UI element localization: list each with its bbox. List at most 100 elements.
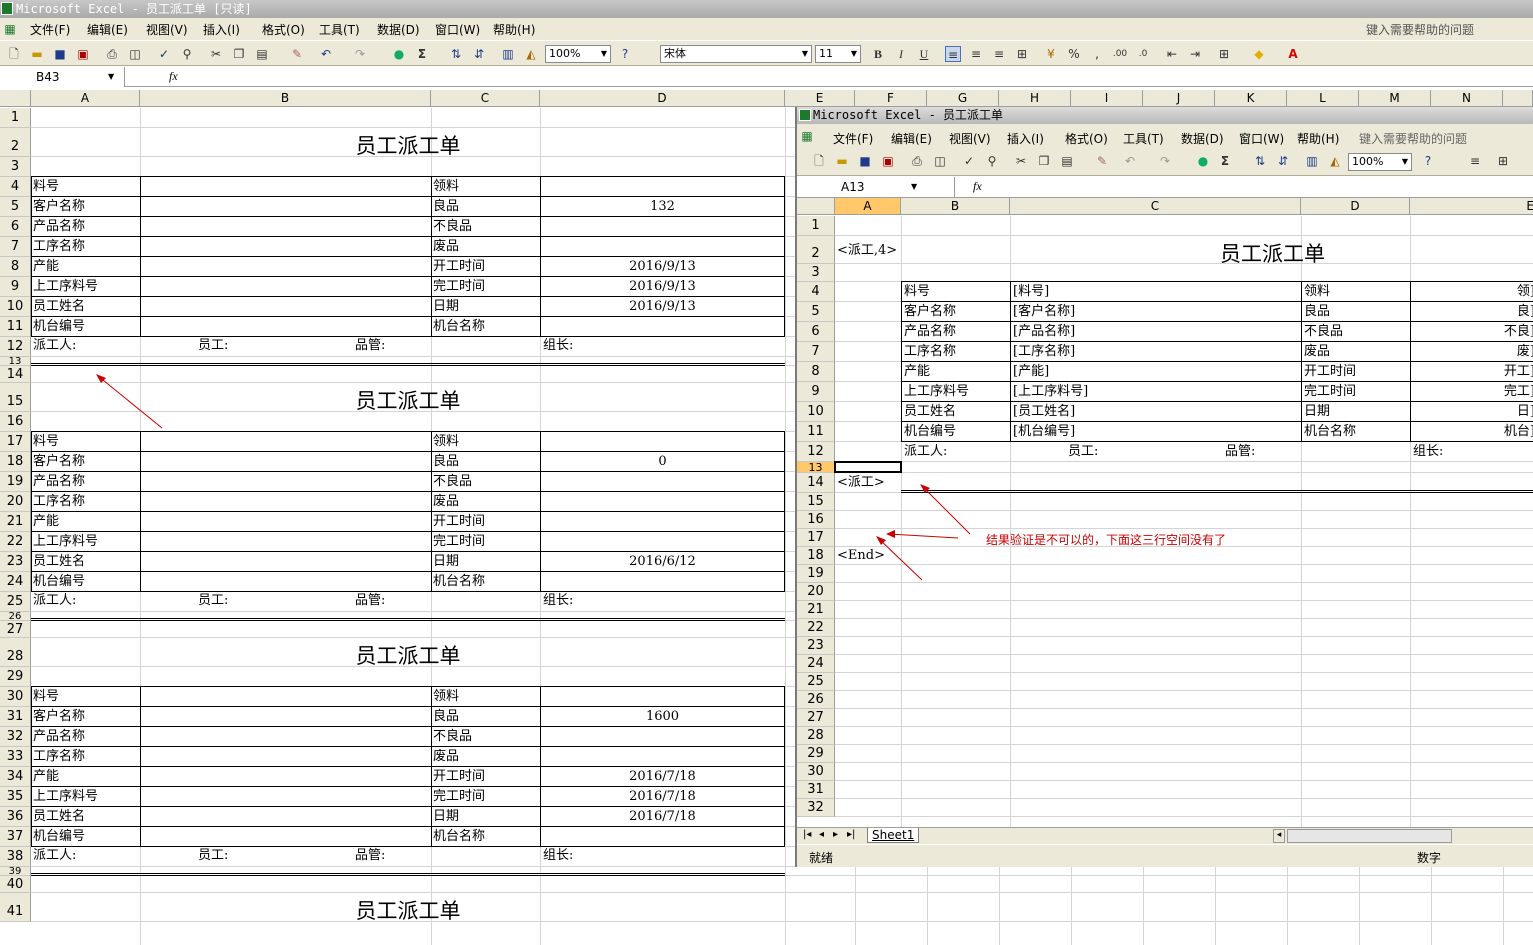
row-header[interactable]: 16: [0, 412, 31, 432]
research-icon[interactable]: ⚲: [984, 153, 1000, 169]
spelling-icon[interactable]: ✓: [961, 153, 977, 169]
name-box[interactable]: A13 ▼: [797, 177, 955, 197]
row-header[interactable]: 9: [0, 277, 31, 297]
row-header[interactable]: 30: [0, 687, 31, 707]
column-header[interactable]: J: [1143, 90, 1215, 107]
row-header[interactable]: 22: [0, 532, 31, 552]
cut-icon[interactable]: ✂: [208, 46, 224, 62]
menu-tools[interactable]: 工具(T): [319, 21, 360, 38]
select-all-corner[interactable]: [797, 198, 835, 215]
row-header[interactable]: 37: [0, 827, 31, 847]
menu-help[interactable]: 帮助(H): [1297, 130, 1339, 147]
column-header[interactable]: E: [1410, 198, 1533, 215]
formula-input[interactable]: [186, 68, 1533, 86]
borders-icon[interactable]: ⊞: [1495, 153, 1511, 169]
print-icon[interactable]: ⎙: [909, 153, 925, 169]
sort-ascending-icon[interactable]: ⇅: [448, 46, 464, 62]
row-header[interactable]: 32: [797, 799, 835, 817]
column-header[interactable]: G: [927, 90, 999, 107]
spelling-icon[interactable]: ✓: [156, 46, 172, 62]
row-header[interactable]: 40: [0, 876, 31, 893]
column-header[interactable]: [1503, 90, 1533, 107]
autosum-icon[interactable]: Σ: [414, 46, 430, 62]
drawing-icon[interactable]: ◭: [523, 46, 539, 62]
align-right-icon[interactable]: ≡: [991, 46, 1007, 62]
row-header[interactable]: 39: [0, 867, 31, 877]
column-header[interactable]: D: [1301, 198, 1410, 215]
help-icon[interactable]: ?: [617, 46, 633, 62]
column-header[interactable]: N: [1431, 90, 1503, 107]
currency-icon[interactable]: ¥: [1043, 46, 1059, 62]
row-header[interactable]: 4: [0, 177, 31, 197]
menu-view[interactable]: 视图(V): [146, 21, 188, 38]
menu-view[interactable]: 视图(V): [949, 130, 991, 147]
row-header[interactable]: 8: [797, 362, 835, 382]
row-header[interactable]: 15: [797, 493, 835, 511]
selected-cell[interactable]: [834, 461, 902, 473]
open-icon[interactable]: ▬: [29, 46, 45, 62]
chart-wizard-icon[interactable]: ▥: [500, 46, 516, 62]
row-header[interactable]: 6: [0, 217, 31, 237]
row-header[interactable]: 5: [0, 197, 31, 217]
row-header[interactable]: 15: [0, 383, 31, 412]
column-header[interactable]: C: [1010, 198, 1301, 215]
copy-icon[interactable]: ❐: [1036, 153, 1052, 169]
format-painter-icon[interactable]: ✎: [1094, 153, 1110, 169]
row-header[interactable]: 20: [0, 492, 31, 512]
row-header[interactable]: 18: [797, 547, 835, 565]
merge-center-icon[interactable]: ⊞: [1014, 46, 1030, 62]
column-header[interactable]: M: [1359, 90, 1431, 107]
percent-icon[interactable]: %: [1066, 46, 1082, 62]
row-header[interactable]: 16: [797, 511, 835, 529]
row-header[interactable]: 26: [0, 612, 31, 622]
row-header[interactable]: 32: [0, 727, 31, 747]
row-header[interactable]: 1: [0, 108, 31, 128]
permission-icon[interactable]: ▣: [75, 46, 91, 62]
column-header[interactable]: A: [31, 90, 140, 107]
row-header[interactable]: 41: [0, 893, 31, 922]
print-preview-icon[interactable]: ◫: [127, 46, 143, 62]
column-header[interactable]: C: [431, 90, 540, 107]
menu-data[interactable]: 数据(D): [377, 21, 420, 38]
underline-icon[interactable]: U: [916, 46, 932, 62]
column-header[interactable]: E: [785, 90, 855, 107]
sort-descending-icon[interactable]: ⇵: [1275, 153, 1291, 169]
help-icon[interactable]: ?: [1420, 153, 1436, 169]
menu-tools[interactable]: 工具(T): [1123, 130, 1164, 147]
column-header[interactable]: I: [1071, 90, 1143, 107]
row-header[interactable]: 13: [0, 357, 31, 367]
increase-decimal-icon[interactable]: .00: [1112, 46, 1128, 62]
open-icon[interactable]: ▬: [834, 153, 850, 169]
row-header[interactable]: 36: [0, 807, 31, 827]
row-header[interactable]: 10: [797, 402, 835, 422]
menu-insert[interactable]: 插入(I): [1007, 130, 1044, 147]
row-header[interactable]: 8: [0, 257, 31, 277]
research-icon[interactable]: ⚲: [179, 46, 195, 62]
increase-indent-icon[interactable]: ⇥: [1187, 46, 1203, 62]
column-header[interactable]: A: [835, 198, 901, 215]
row-header[interactable]: 7: [797, 342, 835, 362]
row-header[interactable]: 17: [797, 529, 835, 547]
row-header[interactable]: 12: [0, 337, 31, 357]
row-header[interactable]: 9: [797, 382, 835, 402]
row-header[interactable]: 14: [797, 473, 835, 493]
row-header[interactable]: 6: [797, 322, 835, 342]
row-header[interactable]: 3: [797, 264, 835, 282]
row-header[interactable]: 23: [797, 637, 835, 655]
format-painter-icon[interactable]: ✎: [289, 46, 305, 62]
italic-icon[interactable]: I: [893, 46, 909, 62]
row-header[interactable]: 33: [0, 747, 31, 767]
help-search-box[interactable]: 键入需要帮助的问题: [1359, 130, 1467, 147]
zoom-select[interactable]: 100% ▼: [545, 45, 611, 63]
row-header[interactable]: 3: [0, 157, 31, 177]
autosum-icon[interactable]: Σ: [1217, 153, 1233, 169]
redo-icon[interactable]: ↷: [352, 46, 368, 62]
row-header[interactable]: 25: [0, 592, 31, 612]
workbook-icon[interactable]: ▦: [799, 128, 815, 144]
row-header[interactable]: 10: [0, 297, 31, 317]
save-icon[interactable]: ■: [52, 46, 68, 62]
fill-color-icon[interactable]: ◆: [1251, 46, 1267, 62]
row-header[interactable]: 25: [797, 673, 835, 691]
row-header[interactable]: 27: [0, 621, 31, 638]
chart-wizard-icon[interactable]: ▥: [1304, 153, 1320, 169]
